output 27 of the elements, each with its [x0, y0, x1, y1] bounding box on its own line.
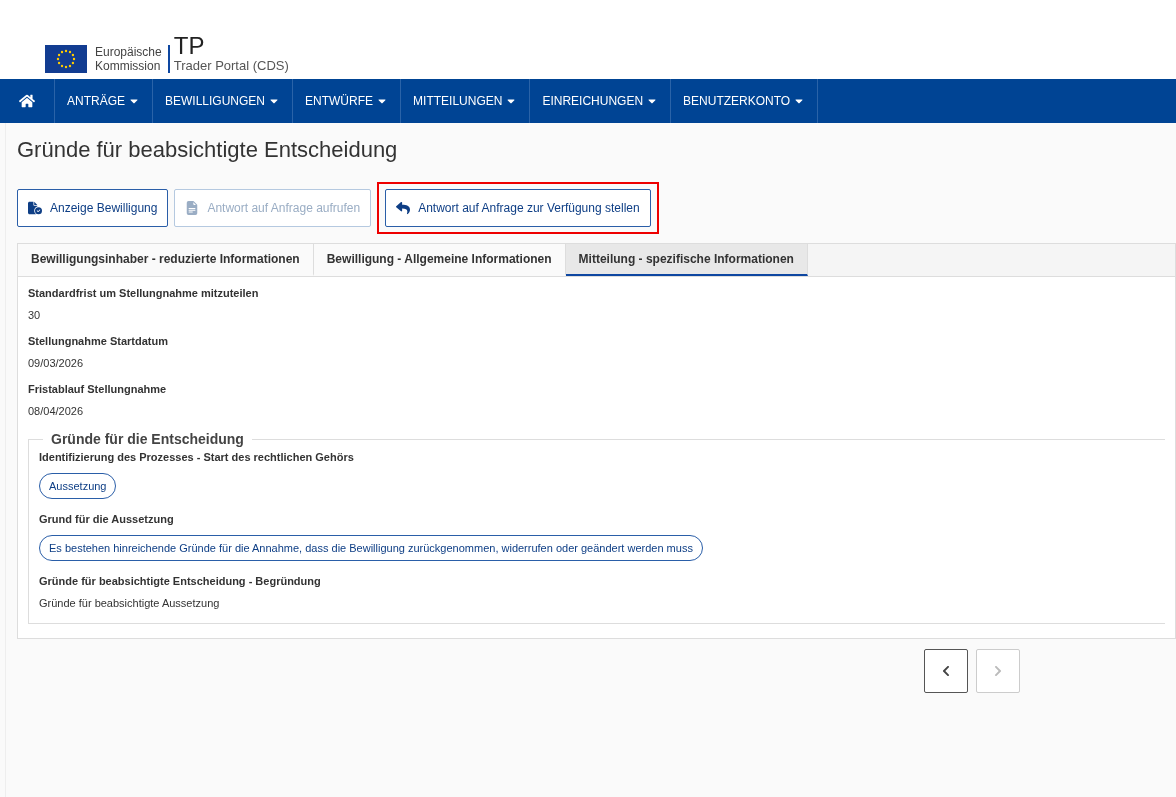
page-title: Gründe für beabsichtigte Entscheidung [17, 137, 399, 163]
document-icon [185, 201, 200, 215]
previous-button[interactable] [924, 649, 968, 693]
reply-arrow-icon [396, 201, 411, 215]
field-label: Standardfrist um Stellungnahme mitzuteilen [28, 287, 260, 299]
chevron-right-icon [992, 665, 1004, 677]
app-title: TP [173, 34, 206, 58]
chevron-left-icon [940, 665, 952, 677]
tab[interactable]: Bewilligungsinhaber - reduzierte Informationen [18, 244, 314, 276]
field-label: Grund für die Aussetzung [39, 513, 175, 525]
action-button[interactable]: Antwort auf Anfrage zur Verfügung stellen [385, 189, 651, 227]
field-label: Stellungnahme Startdatum [28, 335, 169, 347]
field-value: 08/04/2026 [28, 405, 85, 417]
field-value: 09/03/2026 [28, 357, 85, 369]
field-label: Gründe für beabsichtigte Entscheidung - Begründung [39, 575, 322, 587]
organization-name: Europäische Kommission [95, 45, 170, 73]
field-label: Identifizierung des Prozesses - Start des rechtlichen Gehörs [39, 451, 355, 463]
group-legend: Gründe für die Entscheidung [43, 431, 252, 447]
field-label: Fristablauf Stellungnahme [28, 383, 168, 395]
tab[interactable]: Bewilligung - Allgemeine Informationen [313, 244, 566, 276]
eu-flag-icon [45, 45, 87, 73]
document-icon [28, 201, 42, 215]
action-button[interactable]: Anzeige Bewilligung [17, 189, 169, 227]
field-value: Gründe für beabsichtigte Aussetzung [39, 597, 221, 609]
app-subtitle: Trader Portal (CDS) [173, 58, 289, 73]
tab[interactable]: Mitteilung - spezifische Informationen [565, 244, 808, 276]
field-value: 30 [28, 309, 42, 321]
